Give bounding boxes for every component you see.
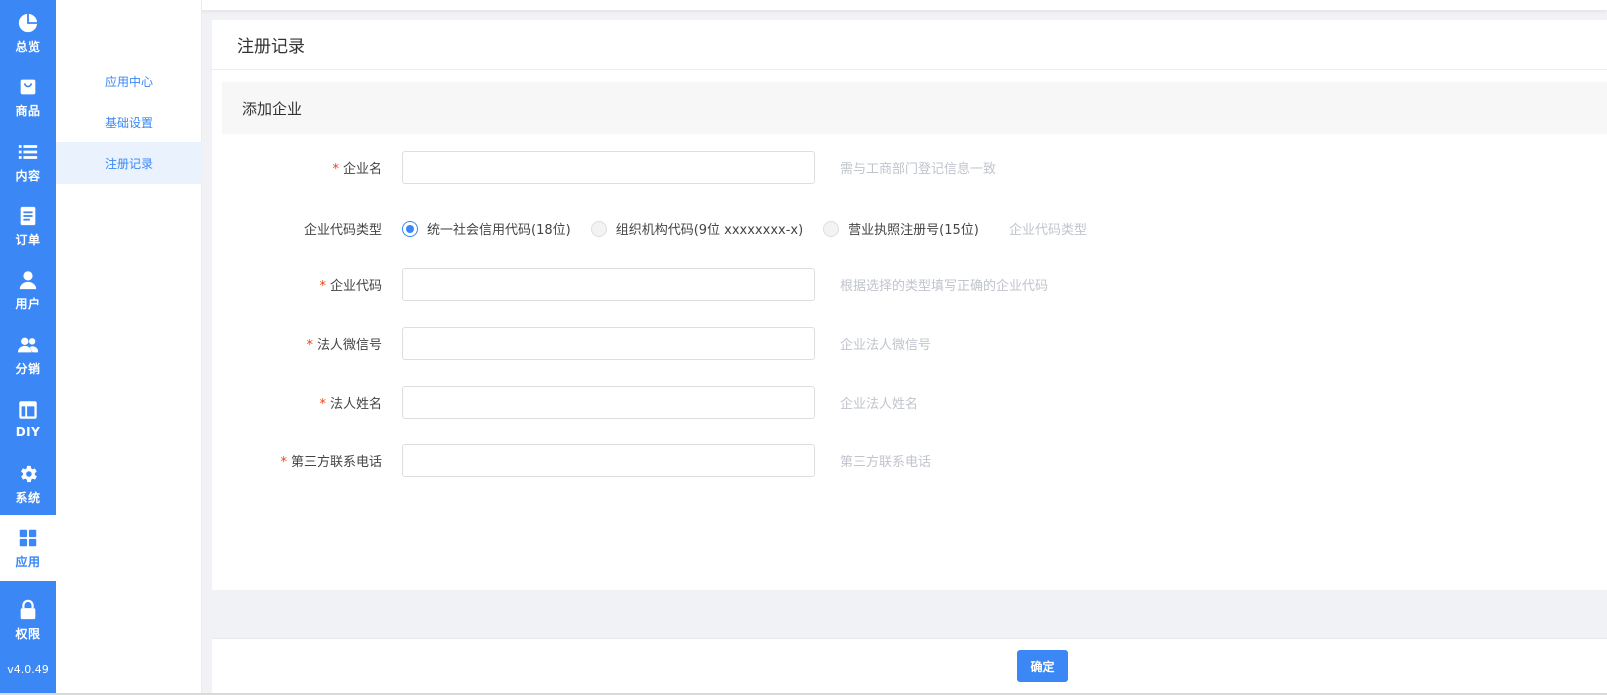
legal-name-input[interactable] [402,386,815,419]
radio-circle[interactable] [823,220,840,237]
required-mark: * [332,162,339,177]
submenu-item-basic-settings[interactable]: 基础设置 [56,101,202,143]
nav-content[interactable]: 内容 [0,129,56,195]
code-type-radio-group: 统一社会信用代码(18位) 组织机构代码(9位 xxxxxxxx-x) 营业执照… [402,219,999,238]
required-mark: * [319,397,326,412]
legal-name-label: * 法人姓名 [319,397,382,412]
layout-icon [19,401,37,419]
company-code-hint: 根据选择的类型填写正确的企业代码 [840,279,1049,294]
company-name-hint: 需与工商部门登记信息一致 [840,162,997,177]
nav-users-label: 用户 [15,296,41,311]
nav-orders[interactable]: 订单 [0,193,56,259]
legal-wechat-input[interactable] [402,327,815,360]
radio-label: 组织机构代码(9位 xxxxxxxx-x) [615,223,804,238]
lock-icon [20,599,36,619]
nav-system[interactable]: 系统 [0,451,56,517]
shopping-bag-icon [20,79,36,94]
legal-wechat-hint: 企业法人微信号 [840,338,932,353]
nav-overview[interactable]: 总览 [0,0,56,66]
form-row-company-code: * 企业代码 根据选择的类型填写正确的企业代码 [212,268,1607,301]
users-icon [17,337,39,352]
nav-diy[interactable]: DIY [0,386,56,452]
company-name-input[interactable] [402,151,815,184]
radio-business-license-number[interactable]: 营业执照注册号(15位) [823,219,979,238]
confirm-button[interactable]: 确定 [1017,650,1068,682]
nav-content-label: 内容 [15,168,41,183]
form-row-legal-name: * 法人姓名 企业法人姓名 [212,386,1607,419]
main-nav-rail: 总览 商品 内容 订单 用户 分销 DIY 系统 应用 权限 v4.0.49 [0,0,56,695]
nav-system-label: 系统 [15,490,41,505]
section-title: 添加企业 [222,82,1607,134]
submenu-item-registration-records[interactable]: 注册记录 [56,142,202,184]
legal-name-hint: 企业法人姓名 [840,397,919,412]
company-code-input[interactable] [402,268,815,301]
app-submenu: 应用中心 基础设置 注册记录 [56,0,202,695]
main-card: 注册记录 添加企业 * 企业名 需与工商部门登记信息一致 企业代码类型 统一社会信… [212,20,1607,590]
version-label: v4.0.49 [7,663,49,676]
user-icon [19,270,37,289]
radio-organization-code[interactable]: 组织机构代码(9位 xxxxxxxx-x) [590,219,804,238]
nav-permissions[interactable]: 权限 [0,590,56,650]
code-type-hint: 企业代码类型 [1009,223,1088,238]
top-header-bar [56,0,1607,10]
required-mark: * [280,455,287,470]
nav-apps[interactable]: 应用 [0,515,56,581]
code-type-label: 企业代码类型 [303,223,382,238]
gear-icon [21,465,37,482]
form-row-legal-wechat: * 法人微信号 企业法人微信号 [212,327,1607,360]
nav-orders-label: 订单 [15,232,41,247]
nav-apps-label: 应用 [15,554,41,569]
company-name-label: * 企业名 [332,162,382,177]
third-phone-label: * 第三方联系电话 [280,455,382,470]
submenu-item-app-center[interactable]: 应用中心 [56,60,202,102]
company-code-label: * 企业代码 [319,279,382,294]
required-mark: * [306,338,313,353]
radio-unified-credit-code[interactable]: 统一社会信用代码(18位) [402,219,571,238]
page-title: 注册记录 [212,20,1607,70]
radio-label: 统一社会信用代码(18位) [427,223,571,238]
radio-circle-checked[interactable] [402,220,418,237]
nav-products-label: 商品 [15,103,41,118]
document-icon [20,206,36,225]
pie-chart-icon [18,13,38,32]
form-row-company-name: * 企业名 需与工商部门登记信息一致 [212,151,1607,184]
radio-circle[interactable] [590,220,607,237]
nav-distribution-label: 分销 [15,361,41,376]
form-row-third-phone: * 第三方联系电话 第三方联系电话 [212,444,1607,477]
radio-label: 营业执照注册号(15位) [848,223,979,238]
nav-distribution[interactable]: 分销 [0,322,56,388]
nav-overview-label: 总览 [15,39,41,54]
third-phone-input[interactable] [402,444,815,477]
third-phone-hint: 第三方联系电话 [840,455,932,470]
required-mark: * [319,279,326,294]
nav-users[interactable]: 用户 [0,257,56,323]
form-row-code-type: 企业代码类型 统一社会信用代码(18位) 组织机构代码(9位 xxxxxxxx-… [212,212,1607,245]
nav-diy-label: DIY [15,425,41,439]
nav-products[interactable]: 商品 [0,64,56,130]
nav-permissions-label: 权限 [15,626,41,641]
form-footer: 确定 [212,638,1607,695]
grid-icon [19,529,37,546]
list-icon [18,144,38,159]
legal-wechat-label: * 法人微信号 [306,338,382,353]
